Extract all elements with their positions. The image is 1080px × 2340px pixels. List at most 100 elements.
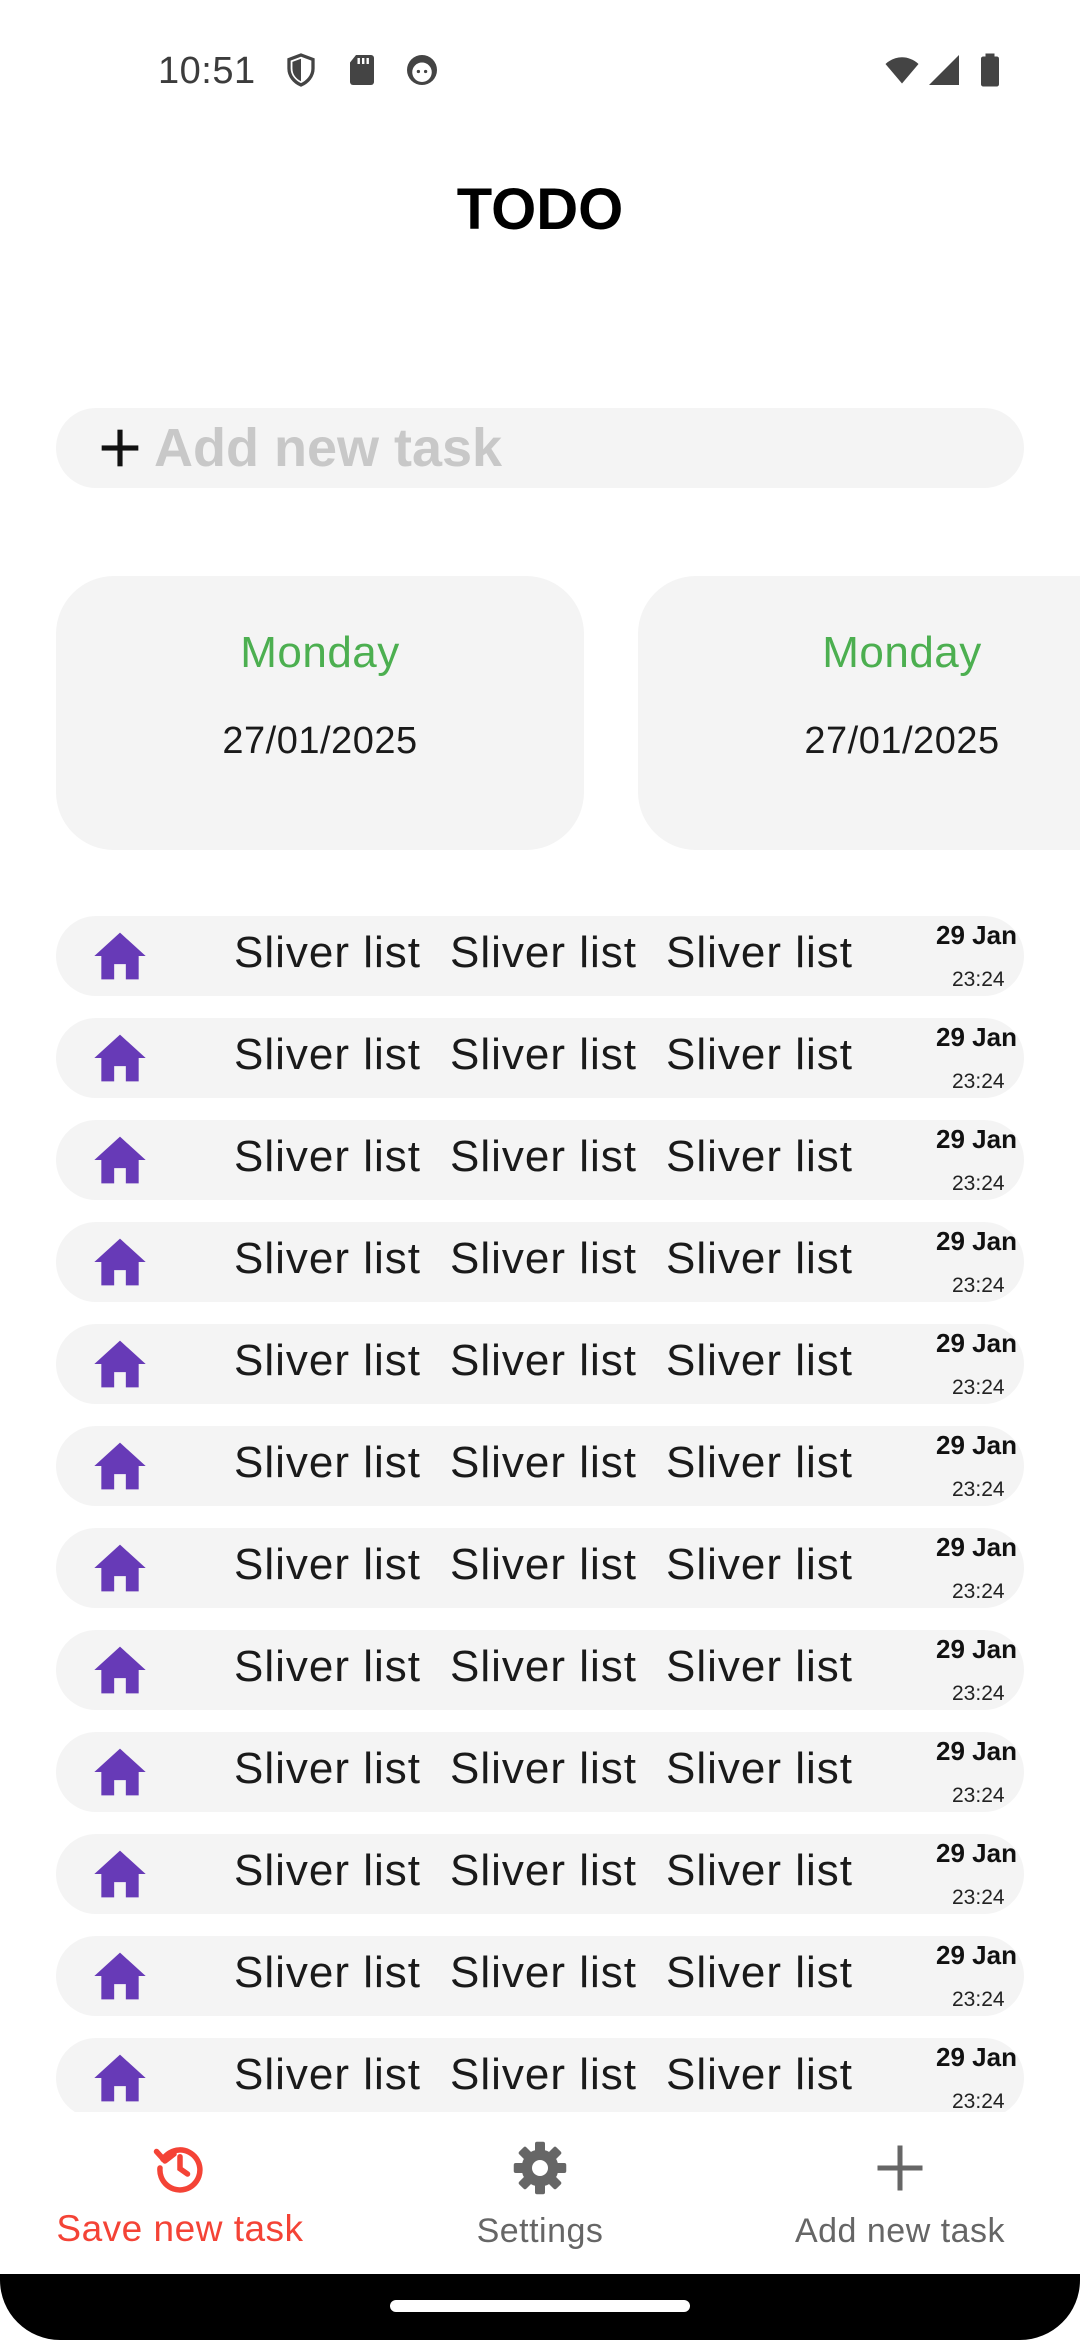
plus-icon[interactable] — [98, 426, 142, 470]
task-text: Sliver list — [234, 1540, 422, 1589]
task-row[interactable]: Sliver list Sliver list Sliver list 29 Jan 2… — [56, 1120, 1024, 1200]
task-date: 29 Jan — [936, 1940, 1017, 1970]
task-time: 23:24 — [952, 1478, 1005, 1501]
task-list[interactable]: Sliver list Sliver list Sliver list 29 Jan 2… — [0, 916, 1080, 2112]
task-row[interactable]: Sliver list Sliver list Sliver list 29 Jan 2… — [56, 1018, 1024, 1098]
battery-icon — [972, 52, 1008, 88]
task-text: Sliver list — [666, 1642, 854, 1691]
task-text: Sliver list — [234, 1030, 422, 1079]
date-card[interactable]: Monday 27/01/2025 — [638, 576, 1080, 850]
task-text: Sliver list — [234, 1948, 422, 1997]
task-text: Sliver list — [450, 2050, 638, 2099]
task-text: Sliver list — [234, 2050, 422, 2099]
task-date: 29 Jan — [936, 2042, 1017, 2072]
task-text: Sliver list — [234, 1132, 422, 1181]
task-date: 29 Jan — [936, 1532, 1017, 1562]
date-card-day: Monday — [822, 628, 982, 677]
task-row[interactable]: Sliver list Sliver list Sliver list 29 Jan 2… — [56, 1834, 1024, 1914]
date-card[interactable]: Monday 27/01/2025 — [56, 576, 584, 850]
home-icon — [92, 930, 148, 982]
status-time: 10:51 — [158, 50, 256, 92]
task-row[interactable]: Sliver list Sliver list Sliver list 29 Jan 2… — [56, 1528, 1024, 1608]
date-card-date: 27/01/2025 — [222, 720, 418, 762]
task-text: Sliver list — [450, 1744, 638, 1793]
home-icon — [92, 1950, 148, 2002]
task-text: Sliver list — [666, 1438, 854, 1487]
nav-label: Settings — [476, 2212, 604, 2250]
task-text: Sliver list — [234, 1336, 422, 1385]
home-icon — [92, 1440, 148, 1492]
task-row[interactable]: Sliver list Sliver list Sliver list 29 Jan 2… — [56, 2038, 1024, 2112]
task-text: Sliver list — [666, 1846, 854, 1895]
task-text: Sliver list — [450, 1132, 638, 1181]
task-time: 23:24 — [952, 1580, 1005, 1603]
task-text: Sliver list — [234, 1846, 422, 1895]
nav-save-new-task[interactable]: Save new task — [0, 2112, 360, 2274]
task-text: Sliver list — [666, 1336, 854, 1385]
nav-label: Save new task — [56, 2208, 304, 2249]
task-row[interactable]: Sliver list Sliver list Sliver list 29 Jan 2… — [56, 1426, 1024, 1506]
task-text: Sliver list — [450, 1234, 638, 1283]
nav-add-new-task[interactable]: Add new task — [720, 2112, 1080, 2274]
task-time: 23:24 — [952, 1274, 1005, 1297]
task-text: Sliver list — [450, 1540, 638, 1589]
task-date: 29 Jan — [936, 1838, 1017, 1868]
home-icon — [92, 2052, 148, 2104]
task-text: Sliver list — [666, 1234, 854, 1283]
task-row[interactable]: Sliver list Sliver list Sliver list 29 Jan 2… — [56, 916, 1024, 996]
task-text: Sliver list — [450, 1948, 638, 1997]
task-date: 29 Jan — [936, 1022, 1017, 1052]
home-gesture-handle[interactable] — [390, 2300, 690, 2312]
gear-icon — [510, 2138, 570, 2198]
add-task-input[interactable] — [154, 413, 954, 483]
date-card-carousel[interactable]: Monday 27/01/2025 Monday 27/01/2025 — [0, 576, 1080, 850]
task-text: Sliver list — [450, 1438, 638, 1487]
home-icon — [92, 1848, 148, 1900]
task-text: Sliver list — [450, 1642, 638, 1691]
add-task-field[interactable] — [56, 408, 1024, 488]
sd-card-icon — [344, 52, 380, 88]
task-date: 29 Jan — [936, 1124, 1017, 1154]
task-text: Sliver list — [450, 928, 638, 977]
task-date: 29 Jan — [936, 1328, 1017, 1358]
status-bar: 10:51 — [0, 0, 1080, 140]
task-row[interactable]: Sliver list Sliver list Sliver list 29 Jan 2… — [56, 1732, 1024, 1812]
task-text: Sliver list — [234, 928, 422, 977]
task-text: Sliver list — [666, 1744, 854, 1793]
task-text: Sliver list — [666, 928, 854, 977]
nav-label: Add new task — [794, 2212, 1006, 2250]
task-text: Sliver list — [234, 1642, 422, 1691]
task-text: Sliver list — [666, 2050, 854, 2099]
task-date: 29 Jan — [936, 920, 1017, 950]
history-icon — [150, 2138, 210, 2198]
task-row[interactable]: Sliver list Sliver list Sliver list 29 Jan 2… — [56, 1222, 1024, 1302]
task-time: 23:24 — [952, 1784, 1005, 1807]
home-icon — [92, 1032, 148, 1084]
task-row[interactable]: Sliver list Sliver list Sliver list 29 Jan 2… — [56, 1630, 1024, 1710]
task-text: Sliver list — [666, 1132, 854, 1181]
home-icon — [92, 1644, 148, 1696]
task-text: Sliver list — [234, 1438, 422, 1487]
task-time: 23:24 — [952, 1070, 1005, 1093]
task-date: 29 Jan — [936, 1634, 1017, 1664]
task-date: 29 Jan — [936, 1226, 1017, 1256]
task-text: Sliver list — [450, 1030, 638, 1079]
task-text: Sliver list — [666, 1030, 854, 1079]
home-icon — [92, 1542, 148, 1594]
task-text: Sliver list — [450, 1336, 638, 1385]
signal-icon — [926, 52, 962, 88]
shield-icon — [283, 52, 319, 88]
home-icon — [92, 1236, 148, 1288]
task-text: Sliver list — [234, 1234, 422, 1283]
task-text: Sliver list — [450, 1846, 638, 1895]
task-row[interactable]: Sliver list Sliver list Sliver list 29 Jan 2… — [56, 1324, 1024, 1404]
task-time: 23:24 — [952, 1376, 1005, 1399]
task-row[interactable]: Sliver list Sliver list Sliver list 29 Jan 2… — [56, 1936, 1024, 2016]
task-date: 29 Jan — [936, 1736, 1017, 1766]
task-text: Sliver list — [234, 1744, 422, 1793]
task-time: 23:24 — [952, 1988, 1005, 2011]
task-time: 23:24 — [952, 1886, 1005, 1909]
task-time: 23:24 — [952, 2090, 1005, 2112]
nav-settings[interactable]: Settings — [360, 2112, 720, 2274]
wifi-icon — [884, 52, 920, 88]
